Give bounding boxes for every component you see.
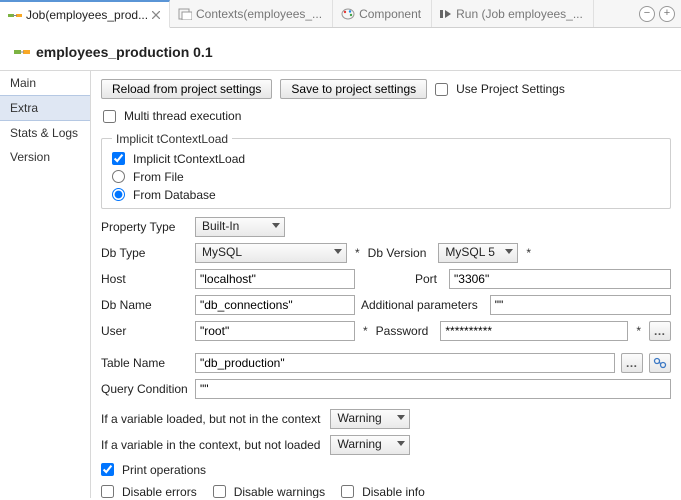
content-panel: Reload from project settings Save to pro… xyxy=(90,70,681,498)
label-port: Port xyxy=(415,272,443,286)
required-marker: * xyxy=(524,246,533,260)
chevron-down-icon xyxy=(334,248,342,256)
multi-thread-checkbox[interactable]: Multi thread execution xyxy=(103,109,241,123)
label-additional-params: Additional parameters xyxy=(361,298,484,312)
tab-label: Component xyxy=(359,7,421,21)
required-marker: * xyxy=(634,324,643,338)
print-operations-checkbox[interactable]: Print operations xyxy=(101,463,671,477)
label-var-loaded-not-context: If a variable loaded, but not in the con… xyxy=(101,412,320,426)
from-file-radio[interactable]: From File xyxy=(112,170,660,184)
property-type-select[interactable]: Built-In xyxy=(195,217,285,237)
implicit-tcontextload-group: Implicit tContextLoad Implicit tContextL… xyxy=(101,132,671,209)
job-icon xyxy=(14,45,30,59)
tab-job[interactable]: Job(employees_prod... xyxy=(0,0,170,28)
tab-component[interactable]: Component xyxy=(333,0,432,27)
tab-contexts[interactable]: Contexts(employees_... xyxy=(170,0,333,27)
user-input[interactable] xyxy=(195,321,355,341)
disable-warnings-checkbox[interactable]: Disable warnings xyxy=(213,485,325,499)
table-browse-button[interactable]: … xyxy=(621,353,643,373)
db-version-select[interactable]: MySQL 5 xyxy=(438,243,518,263)
tab-run[interactable]: Run (Job employees_... xyxy=(432,0,594,27)
label-password: Password xyxy=(376,324,435,338)
label-query-condition: Query Condition xyxy=(101,382,189,396)
page-title: employees_production 0.1 xyxy=(36,44,213,60)
sidenav-item-extra[interactable]: Extra xyxy=(0,95,90,121)
chevron-down-icon xyxy=(505,248,513,256)
var-loaded-not-context-select[interactable]: Warning xyxy=(330,409,410,429)
label-var-context-not-loaded: If a variable in the context, but not lo… xyxy=(101,438,320,452)
disable-info-checkbox[interactable]: Disable info xyxy=(341,485,425,499)
minimize-view-button[interactable]: − xyxy=(639,6,655,22)
schema-icon xyxy=(653,357,667,369)
table-name-input[interactable] xyxy=(195,353,615,373)
password-more-button[interactable]: … xyxy=(649,321,671,341)
disable-errors-checkbox[interactable]: Disable errors xyxy=(101,485,197,499)
chevron-down-icon xyxy=(272,222,280,230)
table-schema-button[interactable] xyxy=(649,353,671,373)
query-condition-input[interactable] xyxy=(195,379,671,399)
db-type-select[interactable]: MySQL xyxy=(195,243,347,263)
job-icon xyxy=(8,9,22,21)
label-db-type: Db Type xyxy=(101,246,189,260)
fieldset-legend: Implicit tContextLoad xyxy=(112,132,232,146)
label-user: User xyxy=(101,324,189,338)
label-db-version: Db Version xyxy=(368,246,433,260)
tab-label: Job(employees_prod... xyxy=(26,8,148,22)
host-input[interactable] xyxy=(195,269,355,289)
label-property-type: Property Type xyxy=(101,220,189,234)
reload-button[interactable]: Reload from project settings xyxy=(101,79,272,99)
play-icon xyxy=(440,8,452,20)
password-input[interactable] xyxy=(440,321,628,341)
use-project-settings-checkbox[interactable]: Use Project Settings xyxy=(435,82,565,96)
ellipsis-icon: … xyxy=(626,356,639,370)
var-context-not-loaded-select[interactable]: Warning xyxy=(330,435,410,455)
required-marker: * xyxy=(353,246,362,260)
maximize-view-button[interactable]: + xyxy=(659,6,675,22)
from-database-radio[interactable]: From Database xyxy=(112,188,660,202)
page-title-bar: employees_production 0.1 xyxy=(0,28,681,70)
sidenav-item-stats-logs[interactable]: Stats & Logs xyxy=(0,121,90,145)
save-button[interactable]: Save to project settings xyxy=(280,79,427,99)
additional-params-input[interactable] xyxy=(490,295,671,315)
sidenav-item-main[interactable]: Main xyxy=(0,71,90,95)
port-input[interactable] xyxy=(449,269,671,289)
label-host: Host xyxy=(101,272,189,286)
contexts-icon xyxy=(178,8,192,20)
implicit-tcontextload-checkbox[interactable]: Implicit tContextLoad xyxy=(112,152,660,166)
label-db-name: Db Name xyxy=(101,298,189,312)
label-table-name: Table Name xyxy=(101,356,189,370)
chevron-down-icon xyxy=(397,414,405,422)
palette-icon xyxy=(341,8,355,20)
editor-tabstrip: Job(employees_prod... Contexts(employees… xyxy=(0,0,681,28)
tab-label: Contexts(employees_... xyxy=(196,7,322,21)
db-name-input[interactable] xyxy=(195,295,355,315)
required-marker: * xyxy=(361,324,370,338)
sidenav-item-version[interactable]: Version xyxy=(0,145,90,169)
side-nav: Main Extra Stats & Logs Version xyxy=(0,70,90,498)
tab-label: Run (Job employees_... xyxy=(456,7,583,21)
close-icon[interactable] xyxy=(152,11,160,19)
chevron-down-icon xyxy=(397,440,405,448)
ellipsis-icon: … xyxy=(654,324,667,338)
